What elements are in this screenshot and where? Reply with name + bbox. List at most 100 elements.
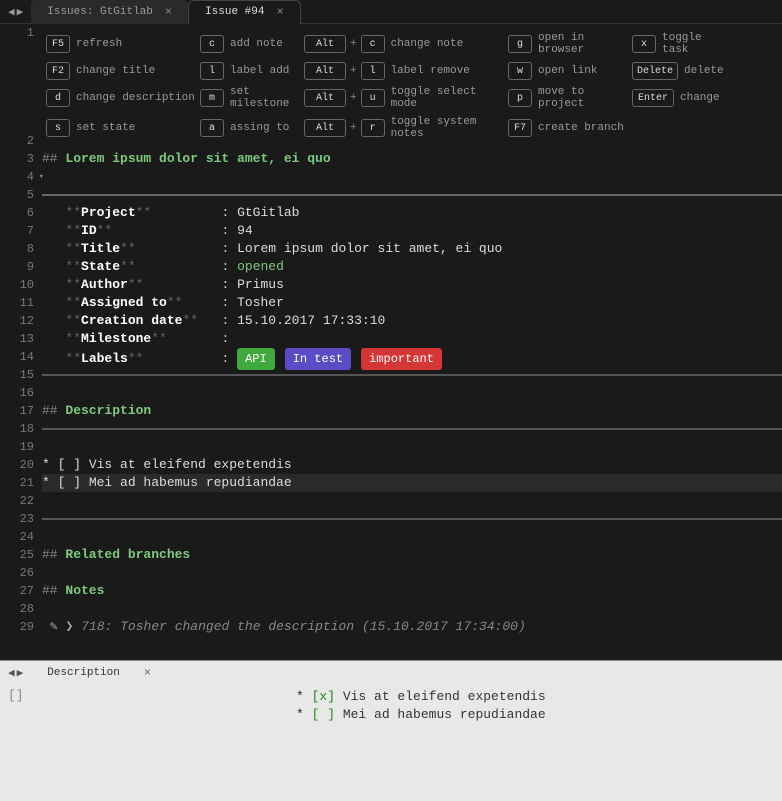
tab-issues[interactable]: Issues: GtGitlab × <box>31 0 188 24</box>
keyboard-key: Alt <box>304 89 346 107</box>
keyboard-key: Enter <box>632 89 674 107</box>
nav-arrows: ◀ ▶ <box>0 5 31 19</box>
keyboard-key: Alt <box>304 35 346 53</box>
keyboard-key: F5 <box>46 35 70 53</box>
keyboard-key: x <box>632 35 656 53</box>
lower-tab-bar: ◀ ▶ Description × <box>0 660 782 684</box>
shortcut-item: c add note <box>200 32 300 56</box>
keyboard-key: c <box>361 35 385 53</box>
top-tab-bar: ◀ ▶ Issues: GtGitlab × Issue #94 × <box>0 0 782 24</box>
horizontal-rule <box>42 186 782 204</box>
shortcut-item: F7create branch <box>508 116 628 140</box>
line-number: 9 <box>0 258 34 276</box>
nav-arrows: ◀ ▶ <box>0 666 31 680</box>
label-badge[interactable]: important <box>361 348 442 370</box>
lower-pane[interactable]: [] * [x] Vis at eleifend expetendis * [ … <box>0 684 782 801</box>
tab-label: Issues: GtGitlab <box>47 6 153 18</box>
shortcut-label: set milestone <box>230 86 300 110</box>
field-project: **Project** : GtGitlab <box>42 204 782 222</box>
line-number: 19 <box>0 438 34 456</box>
line-number: 17 <box>0 402 34 420</box>
blank-line <box>42 528 782 546</box>
shortcut-item: s set state <box>46 116 196 140</box>
upper-pane: 1 2 3 4 5 6 7 8 9 10 11 12 13 14 15 16 1… <box>0 24 782 660</box>
editor[interactable]: 1 2 3 4 5 6 7 8 9 10 11 12 13 14 15 16 1… <box>0 24 782 660</box>
keyboard-key: p <box>508 89 532 107</box>
field-milestone: **Milestone** : <box>42 330 782 348</box>
nav-forward-icon[interactable]: ▶ <box>17 5 24 19</box>
task-item[interactable]: * [ ] Mei ad habemus repudiandae <box>296 706 546 724</box>
line-number: 3 <box>0 150 34 168</box>
label-badge[interactable]: API <box>237 348 275 370</box>
related-branches-heading: ## Related branches <box>42 546 782 564</box>
line-number: 20 <box>0 456 34 474</box>
keyboard-key: s <box>46 119 70 137</box>
pencil-icon: ✎ <box>50 619 58 634</box>
shortcut-item: Alt+rtoggle system notes <box>304 116 504 140</box>
keyboard-key: Alt <box>304 62 346 80</box>
shortcut-item: Delete delete <box>632 62 732 80</box>
blank-line <box>42 384 782 402</box>
tab-label: Issue #94 <box>205 6 264 18</box>
shortcut-label: set state <box>76 122 135 134</box>
line-number: 25 <box>0 546 34 564</box>
blank-line <box>42 438 782 456</box>
tab-description[interactable]: Description × <box>31 661 167 685</box>
shortcut-label: label add <box>230 65 289 77</box>
task-item[interactable]: * [ ] Mei ad habemus repudiandae <box>42 474 782 492</box>
shortcut-item: Alt+utoggle select mode <box>304 86 504 110</box>
line-number: 26 <box>0 564 34 582</box>
shortcut-item: dchange description <box>46 86 196 110</box>
keyboard-key: F2 <box>46 62 70 80</box>
nav-forward-icon[interactable]: ▶ <box>17 666 24 680</box>
keyboard-key: m <box>200 89 224 107</box>
keyboard-key: r <box>361 119 385 137</box>
editor-content[interactable]: F5refreshcadd noteAlt+cchange notegopen … <box>42 24 782 660</box>
field-author: **Author** : Primus <box>42 276 782 294</box>
line-number: 5 <box>0 186 34 204</box>
line-number-gutter: 1 2 3 4 5 6 7 8 9 10 11 12 13 14 15 16 1… <box>0 24 42 660</box>
line-number: 4 <box>0 168 34 186</box>
shortcut-label: add note <box>230 38 283 50</box>
keyboard-key: Delete <box>632 62 678 80</box>
close-icon[interactable]: × <box>277 5 284 19</box>
nav-back-icon[interactable]: ◀ <box>8 5 15 19</box>
line-number: 23 <box>0 510 34 528</box>
note-entry[interactable]: ✎ ❯ 718: Tosher changed the description … <box>42 618 782 636</box>
line-number: 28 <box>0 600 34 618</box>
task-item[interactable]: * [x] Vis at eleifend expetendis <box>296 688 546 706</box>
line-number: 27 <box>0 582 34 600</box>
close-icon[interactable]: × <box>144 666 151 680</box>
keyboard-key: Alt <box>304 119 346 137</box>
blank-line <box>42 564 782 582</box>
shortcut-label: assing to <box>230 122 289 134</box>
line-number: 15 <box>0 366 34 384</box>
label-badge[interactable]: In test <box>285 348 351 370</box>
tab-label: Description <box>47 667 120 679</box>
shortcut-item: Alt+llabel remove <box>304 62 504 80</box>
keyboard-key: c <box>200 35 224 53</box>
tab-issue-94[interactable]: Issue #94 × <box>188 0 301 24</box>
line-number: 10 <box>0 276 34 294</box>
chevron-right-icon: ❯ <box>65 619 73 634</box>
line-number: 16 <box>0 384 34 402</box>
blank-line <box>42 492 782 510</box>
keyboard-key: l <box>200 62 224 80</box>
keyboard-key: g <box>508 35 532 53</box>
shortcut-item: Enterchange <box>632 86 732 110</box>
shortcut-label: delete <box>684 65 724 77</box>
line-number: 12 <box>0 312 34 330</box>
keyboard-key: a <box>200 119 224 137</box>
nav-back-icon[interactable]: ◀ <box>8 666 15 680</box>
shortcut-item: Alt+cchange note <box>304 32 504 56</box>
blank-line <box>42 636 782 654</box>
line-number: 11 <box>0 294 34 312</box>
line-number: 1 <box>0 24 34 132</box>
keyboard-key: F7 <box>508 119 532 137</box>
keyboard-key: w <box>508 62 532 80</box>
task-item[interactable]: * [ ] Vis at eleifend expetendis <box>42 456 782 474</box>
shortcut-label: change description <box>76 92 195 104</box>
field-assigned: **Assigned to** : Tosher <box>42 294 782 312</box>
description-heading: ## Description <box>42 402 782 420</box>
close-icon[interactable]: × <box>165 5 172 19</box>
